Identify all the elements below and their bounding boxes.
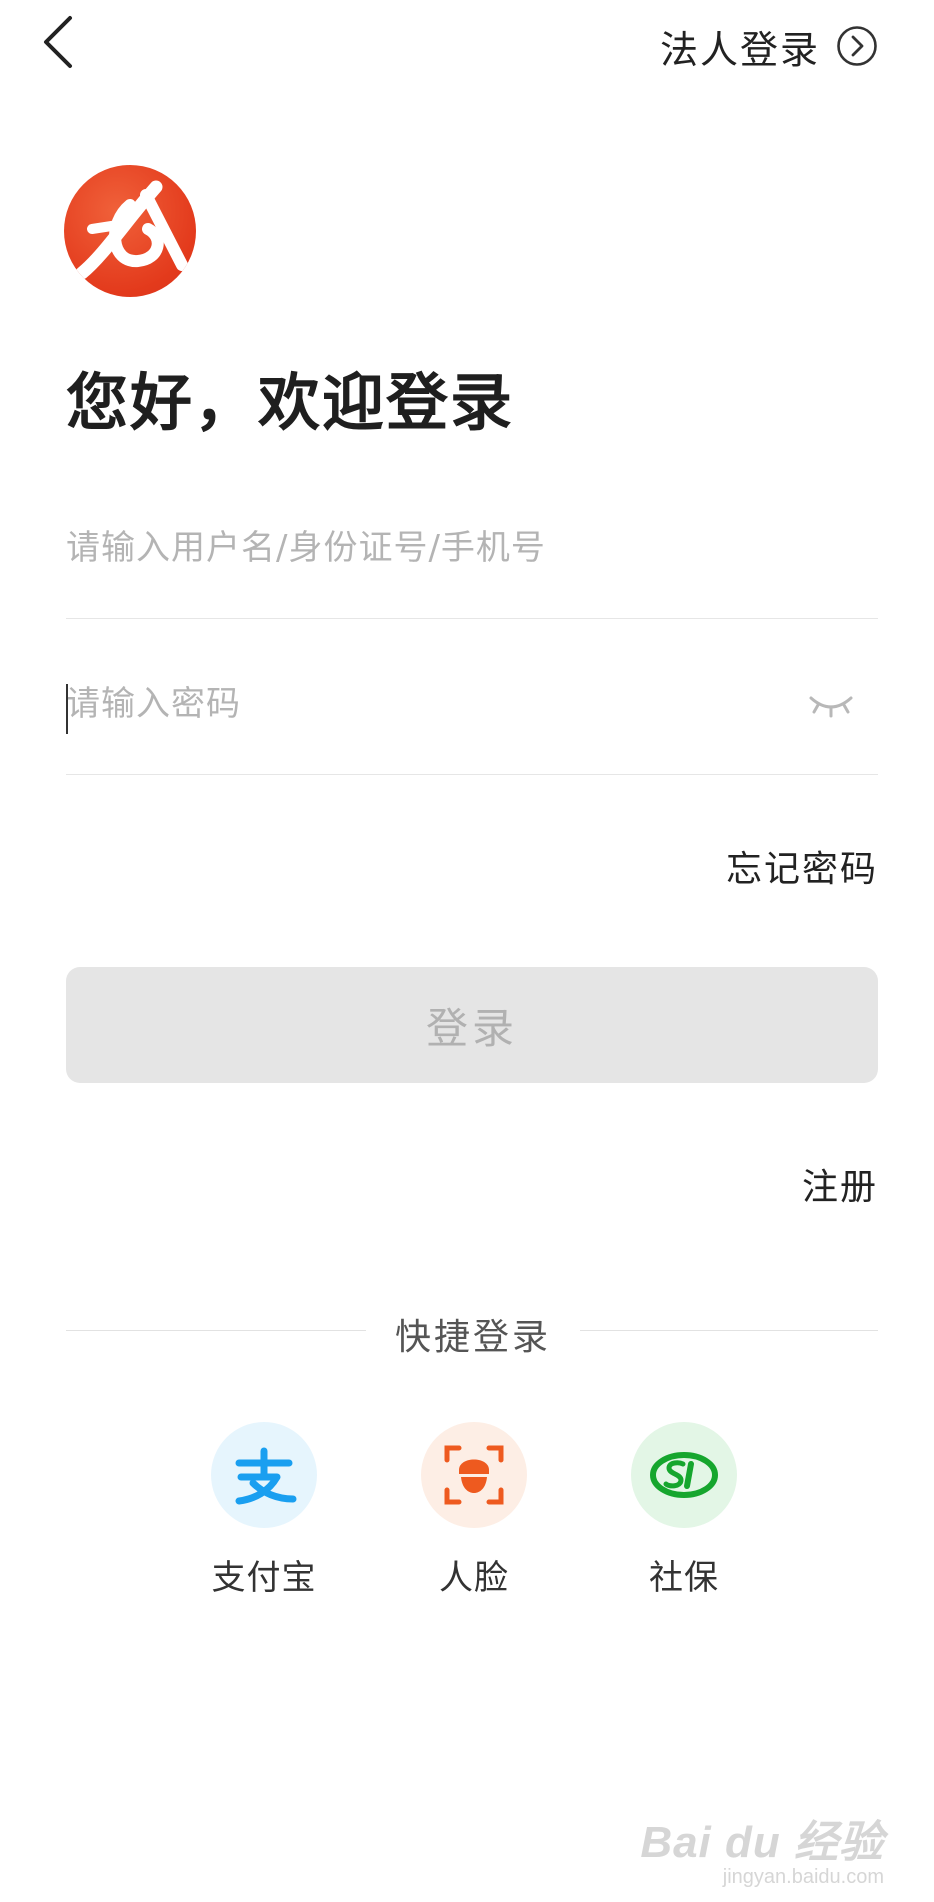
alipay-icon-circle (211, 1422, 317, 1528)
quick-login-title: 快捷登录 (394, 1317, 551, 1358)
watermark-main: Bai du 经验 (640, 1818, 884, 1867)
alipay-label: 支付宝 (211, 1558, 317, 1598)
forgot-password-link[interactable]: 忘记密码 (726, 840, 878, 892)
back-button[interactable] (36, 12, 86, 72)
watermark: Bai du 经验 jingyan.baidu.com (640, 1806, 884, 1889)
alipay-icon (235, 1447, 297, 1505)
app-logo-icon (75, 180, 188, 280)
password-visibility-toggle[interactable] (808, 690, 854, 720)
eye-closed-icon (809, 696, 853, 718)
username-field[interactable] (66, 478, 878, 619)
quick-login-face[interactable]: 人脸 (394, 1422, 554, 1599)
social-security-icon (650, 1452, 718, 1498)
login-button[interactable]: 登录 (66, 967, 878, 1083)
quick-login-alipay[interactable]: 支付宝 (184, 1422, 344, 1599)
chevron-right-circle-icon (837, 26, 877, 66)
password-field[interactable] (66, 634, 878, 775)
social-security-label: 社保 (649, 1558, 719, 1598)
face-label: 人脸 (439, 1558, 509, 1598)
divider-right (580, 1330, 878, 1331)
app-logo (64, 165, 196, 297)
social-security-icon-circle (631, 1422, 737, 1528)
face-scan-icon (444, 1445, 504, 1505)
legal-login-label: 法人登录 (659, 27, 820, 72)
username-input[interactable] (66, 478, 766, 618)
welcome-heading: 您好，欢迎登录 (66, 366, 515, 439)
text-cursor (66, 684, 68, 734)
divider-left (66, 1330, 366, 1331)
quick-login-social-security[interactable]: 社保 (604, 1422, 764, 1599)
register-link[interactable]: 注册 (802, 1158, 878, 1210)
chevron-left-icon (44, 16, 72, 68)
legal-login-link[interactable]: 法人登录 (660, 18, 878, 74)
face-icon-circle (421, 1422, 527, 1528)
password-input[interactable] (66, 634, 766, 774)
